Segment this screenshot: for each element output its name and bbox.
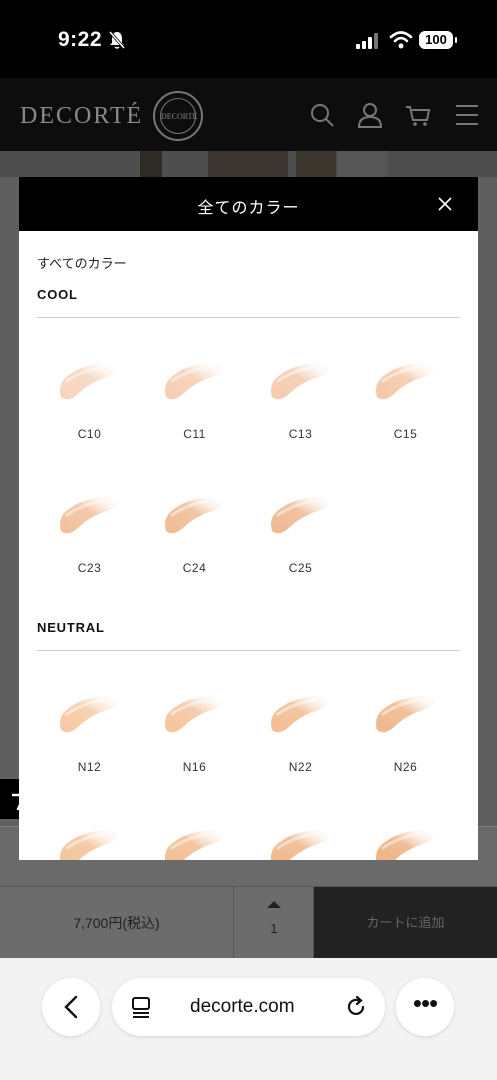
swatch-label: C24	[182, 561, 207, 575]
swatch-image	[271, 830, 331, 860]
divider	[37, 650, 460, 651]
color-swatch-c25[interactable]: C25	[248, 491, 353, 581]
color-swatch-n22[interactable]: N22	[248, 690, 353, 780]
quantity-stepper[interactable]: 1	[234, 887, 314, 959]
color-swatch-n26[interactable]: N26	[353, 690, 458, 780]
color-swatch-c13[interactable]: C13	[248, 357, 353, 447]
url-text: decorte.com	[190, 996, 295, 1017]
product-thumbnail[interactable]	[208, 151, 288, 177]
color-swatch-c23[interactable]: C23	[37, 491, 142, 581]
group-title-neutral: NEUTRAL	[37, 620, 105, 635]
all-colors-modal: 全てのカラー すべてのカラー COOL C10 C11 C13 C15 C23 C24 C2…	[19, 177, 478, 860]
all-colors-label: すべてのカラー	[37, 256, 127, 271]
brand-logo[interactable]: DECORTÉ	[20, 103, 143, 130]
swatch-image	[165, 497, 225, 534]
swatch-image	[165, 696, 225, 733]
quantity-value: 1	[270, 921, 278, 936]
wifi-icon	[389, 31, 413, 49]
color-swatch-c11[interactable]: C11	[142, 357, 247, 447]
search-icon[interactable]	[309, 102, 335, 128]
swatch-image	[271, 363, 331, 400]
color-swatch-partial[interactable]	[142, 824, 247, 860]
status-time: 9:22	[58, 28, 103, 51]
swatch-image	[165, 363, 225, 400]
color-swatch-c24[interactable]: C24	[142, 491, 247, 581]
swatch-label: N12	[77, 760, 102, 774]
color-swatch-c10[interactable]: C10	[37, 357, 142, 447]
swatch-image	[60, 497, 120, 534]
swatch-label: C11	[183, 427, 206, 441]
swatch-label: C13	[288, 427, 313, 441]
color-swatch-n12[interactable]: N12	[37, 690, 142, 780]
tabs-icon[interactable]	[130, 996, 152, 1018]
product-image-strip	[0, 151, 497, 177]
swatch-image	[60, 696, 120, 733]
account-icon[interactable]	[357, 102, 383, 128]
swatch-label: C23	[77, 561, 102, 575]
swatch-image	[165, 830, 225, 860]
site-header: DECORTÉ DECORTÉ	[0, 78, 497, 151]
back-button[interactable]	[42, 978, 100, 1036]
color-swatch-c15[interactable]: C15	[353, 357, 458, 447]
product-thumbnail[interactable]	[140, 151, 162, 177]
swatch-label: C10	[77, 427, 102, 441]
swatch-label: C25	[288, 561, 313, 575]
modal-header: 全てのカラー	[19, 177, 478, 231]
modal-title: 全てのカラー	[197, 200, 300, 217]
product-thumbnail[interactable]	[296, 151, 336, 177]
swatch-label: N22	[288, 760, 313, 774]
purchase-bar: 7,700円(税込) 1 カートに追加	[0, 886, 497, 959]
close-icon[interactable]	[436, 195, 454, 213]
swatch-label: N16	[182, 760, 207, 774]
swatch-image	[376, 830, 436, 860]
cart-icon[interactable]	[405, 102, 431, 128]
group-title-cool: COOL	[37, 287, 78, 302]
color-swatch-n16[interactable]: N16	[142, 690, 247, 780]
product-thumbnail[interactable]	[338, 151, 388, 177]
swatch-label: C15	[393, 427, 418, 441]
status-bar: 9:22 100	[0, 0, 497, 78]
battery-indicator: 100	[419, 31, 457, 49]
color-swatch-partial[interactable]	[353, 824, 458, 860]
swatch-image	[376, 696, 436, 733]
color-swatch-partial[interactable]	[248, 824, 353, 860]
add-to-cart-button[interactable]: カートに追加	[314, 887, 497, 959]
reload-icon[interactable]	[344, 995, 368, 1019]
swatch-image	[60, 363, 120, 400]
menu-icon[interactable]	[454, 102, 480, 128]
swatch-image	[60, 830, 120, 860]
bell-muted-icon	[108, 31, 126, 49]
price-label: 7,700円(税込)	[0, 887, 234, 959]
swatch-image	[376, 363, 436, 400]
more-options-button[interactable]: •••	[396, 978, 454, 1036]
quantity-up-icon[interactable]	[267, 901, 281, 908]
color-swatch-partial[interactable]	[37, 824, 142, 860]
address-bar[interactable]: decorte.com	[112, 978, 385, 1036]
chevron-left-icon	[64, 995, 78, 1019]
cellular-signal-icon	[356, 33, 378, 49]
brand-seal-logo: DECORTÉ	[153, 91, 203, 141]
swatch-image	[271, 497, 331, 534]
browser-toolbar: decorte.com •••	[0, 958, 497, 1080]
swatch-image	[271, 696, 331, 733]
divider	[37, 317, 460, 318]
swatch-label: N26	[393, 760, 418, 774]
